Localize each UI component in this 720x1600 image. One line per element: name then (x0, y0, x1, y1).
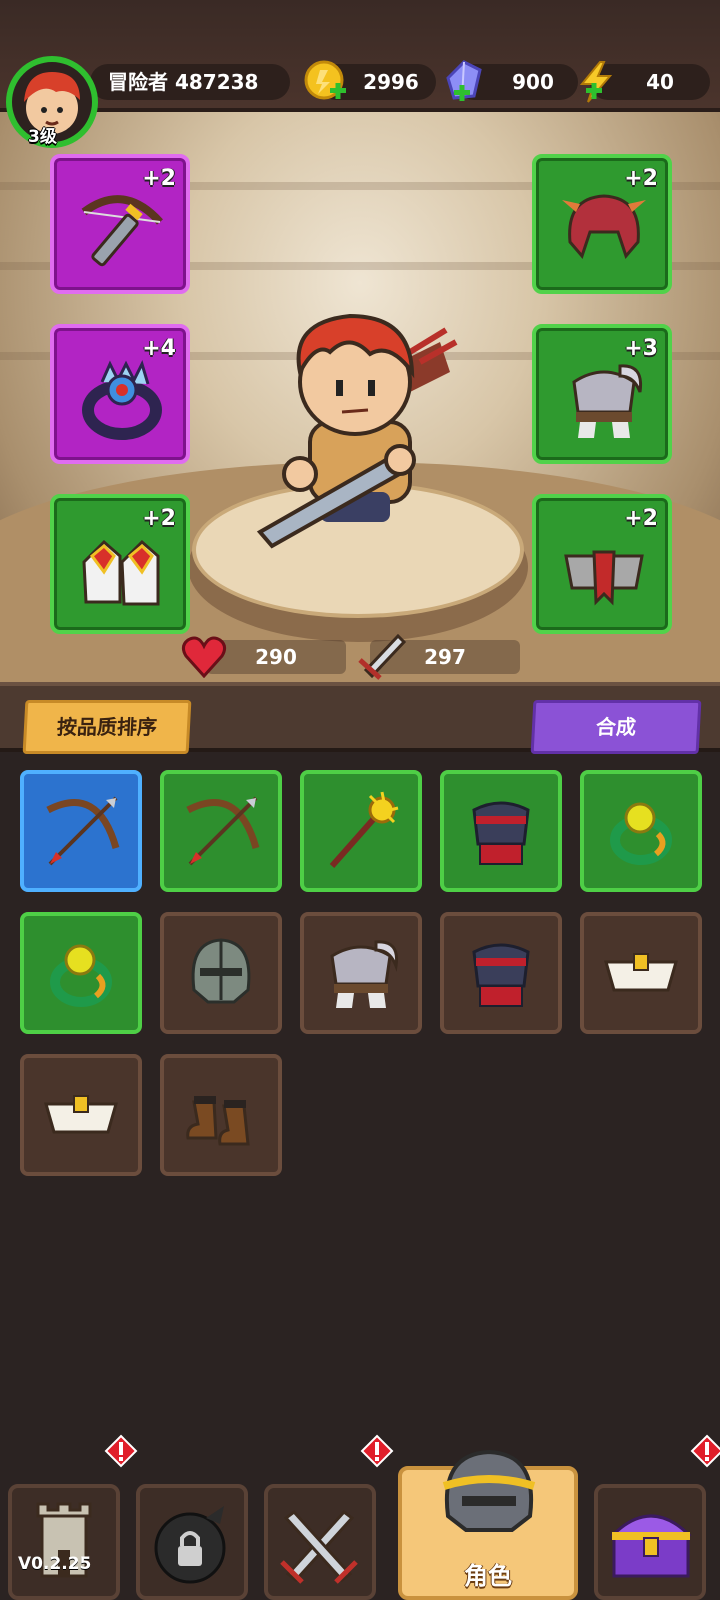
inventory-item[interactable] (160, 912, 282, 1034)
armor-icon (330, 940, 399, 1008)
ring-icon (82, 359, 162, 440)
boots-icon (186, 1096, 250, 1146)
nav-shop[interactable] (594, 1484, 706, 1600)
alert-badge-icon (104, 1434, 138, 1468)
inventory-item[interactable] (160, 1054, 282, 1176)
inventory-item[interactable] (580, 912, 702, 1034)
merge-button[interactable]: 合成 (530, 700, 702, 754)
boots-icon (82, 539, 160, 606)
version-label: V0.2.25 (18, 1554, 92, 1574)
knight-helmet-icon (191, 938, 251, 1004)
bow-icon (46, 796, 120, 866)
ring-icon (50, 944, 112, 1007)
equip-slot-helmet[interactable]: +2 (532, 154, 672, 294)
character-scene: +2 +4 +2 +2 +3 +2 (0, 112, 720, 682)
crossbow-icon (81, 195, 163, 267)
equip-slot-weapon[interactable]: +2 (50, 154, 190, 294)
nav-character[interactable]: 角色 (398, 1449, 578, 1600)
ring-icon (610, 802, 672, 865)
belt-icon (604, 953, 678, 992)
inventory-item[interactable] (300, 770, 422, 892)
belt-icon (564, 550, 644, 606)
character-screen: 3级 冒险者 487238 2996 900 40 +2 +4 +2 +2 +3… (0, 0, 720, 1600)
gold-coin-add-icon[interactable] (302, 58, 350, 106)
inventory-item[interactable] (160, 770, 282, 892)
nav-locked[interactable] (136, 1484, 248, 1600)
sort-by-quality-button[interactable]: 按品质排序 (22, 700, 192, 754)
player-level: 3级 (28, 127, 57, 147)
energy-add-icon[interactable] (572, 58, 620, 106)
nav-tower[interactable] (8, 1484, 120, 1600)
inventory-item[interactable] (580, 770, 702, 892)
bow-icon (186, 796, 260, 866)
inventory-item[interactable] (20, 912, 142, 1034)
hp-value: 290 (255, 645, 297, 669)
alert-badge-icon (360, 1434, 394, 1468)
alert-badge-icon (690, 1434, 720, 1468)
heart-icon (181, 636, 227, 678)
player-name: 冒险者 487238 (90, 64, 290, 100)
chest-armor-icon (472, 801, 530, 865)
staff-icon (329, 791, 399, 868)
equip-slot-armor[interactable]: +3 (532, 324, 672, 464)
helmet-icon (562, 194, 646, 259)
crossed-swords-icon (280, 1509, 358, 1584)
inventory-item[interactable] (440, 770, 562, 892)
sword-icon (358, 633, 407, 680)
equip-slot-boots[interactable]: +2 (50, 494, 190, 634)
equip-slot-ring[interactable]: +4 (50, 324, 190, 464)
locked-bag-icon (154, 1506, 226, 1584)
inventory-item[interactable] (300, 912, 422, 1034)
equip-slot-belt[interactable]: +2 (532, 494, 672, 634)
inventory-item[interactable] (20, 1054, 142, 1176)
helmet-icon (442, 1449, 536, 1532)
belt-icon (44, 1095, 118, 1134)
nav-battle[interactable] (264, 1484, 376, 1600)
armor-icon (572, 364, 643, 438)
attack-value: 297 (424, 645, 466, 669)
hero-character-icon (256, 313, 458, 549)
inventory-item[interactable] (440, 912, 562, 1034)
treasure-chest-icon (610, 1514, 692, 1578)
gem-add-icon[interactable] (440, 58, 488, 106)
inventory-item[interactable] (20, 770, 142, 892)
chest-armor-icon (472, 943, 530, 1007)
nav-character-label: 角色 (464, 1562, 512, 1590)
